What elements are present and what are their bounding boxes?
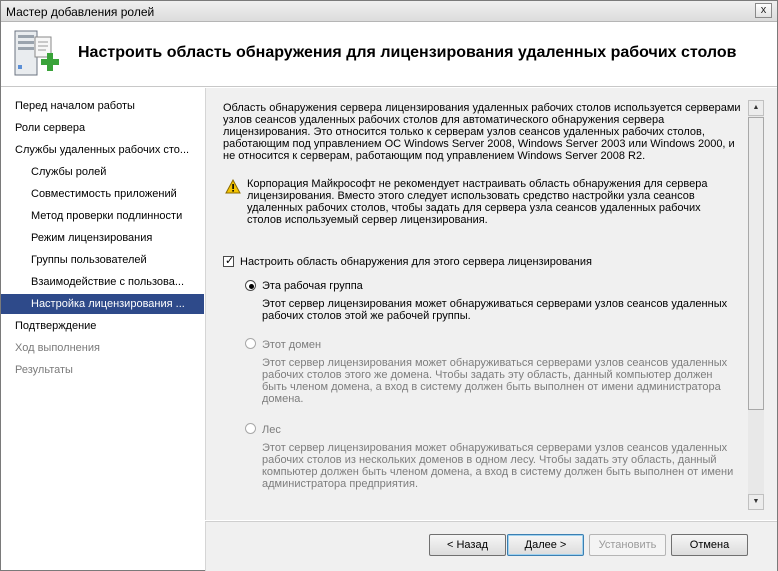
configure-discovery-scope-label[interactable]: Настроить область обнаружения для этого … [240,256,720,268]
server-add-icon [14,30,59,76]
wizard-footer: < Назад Далее > Установить Отмена [205,521,777,571]
cancel-button[interactable]: Отмена [671,534,748,556]
nav-item-remote-desktop-services[interactable]: Службы удаленных рабочих сто... [1,140,204,160]
page-title: Настроить область обнаружения для лиценз… [78,44,737,61]
next-button[interactable]: Далее > [507,534,584,556]
install-button[interactable]: Установить [589,534,666,556]
wizard-content-panel: Область обнаружения сервера лицензирован… [205,88,777,520]
scrollbar-thumb[interactable] [748,117,764,410]
content-scrollbar[interactable]: ▲ ▼ [748,100,764,510]
nav-item-server-roles[interactable]: Роли сервера [1,118,204,138]
nav-item-user-groups[interactable]: Группы пользователей [1,250,204,270]
radio-forest-label[interactable]: Лес [262,424,562,436]
nav-item-licensing-mode[interactable]: Режим лицензирования [1,228,204,248]
warning-icon [225,179,241,194]
nav-item-results: Результаты [15,364,73,376]
nav-item-role-services[interactable]: Службы ролей [1,162,204,182]
wizard-header: Настроить область обнаружения для лиценз… [1,23,777,87]
warning-text: Корпорация Майкрософт не рекомендует нас… [247,178,708,226]
nav-item-authentication-method[interactable]: Метод проверки подлинности [1,206,204,226]
radio-workgroup-label[interactable]: Эта рабочая группа [262,280,562,292]
radio-domain-description: Этот сервер лицензирования может обнаруж… [262,357,728,405]
title-bar[interactable]: Мастер добавления ролей x [1,1,777,22]
check-mark-icon: ✓ [225,255,235,267]
close-button[interactable]: x [755,3,772,18]
wizard-steps-nav: Перед началом работы Роли сервера Службы… [1,88,204,570]
back-button[interactable]: < Назад [429,534,506,556]
nav-item-licensing-configuration[interactable]: Настройка лицензирования ... [1,294,204,314]
scroll-down-icon[interactable]: ▼ [748,494,764,510]
nav-item-user-experience[interactable]: Взаимодействие с пользова... [1,272,204,292]
content-scroll-area: Область обнаружения сервера лицензирован… [220,100,746,510]
configure-discovery-scope-checkbox[interactable]: ✓ [223,255,235,267]
radio-workgroup[interactable] [245,280,256,291]
add-roles-wizard-window: Мастер добавления ролей x Настроить обла… [0,0,778,571]
nav-item-before-you-begin[interactable]: Перед началом работы [1,96,204,116]
window-title: Мастер добавления ролей [6,5,155,19]
radio-workgroup-description: Этот сервер лицензирования может обнаруж… [262,298,728,322]
intro-text: Область обнаружения сервера лицензирован… [223,102,741,162]
radio-domain[interactable] [245,338,256,349]
radio-selected-dot [249,284,254,289]
nav-item-application-compatibility[interactable]: Совместимость приложений [1,184,204,204]
radio-forest[interactable] [245,423,256,434]
radio-forest-description: Этот сервер лицензирования может обнаруж… [262,442,734,490]
nav-item-progress: Ход выполнения [15,342,100,354]
radio-domain-label[interactable]: Этот домен [262,339,562,351]
nav-item-confirmation[interactable]: Подтверждение [1,316,204,336]
scroll-up-icon[interactable]: ▲ [748,100,764,116]
